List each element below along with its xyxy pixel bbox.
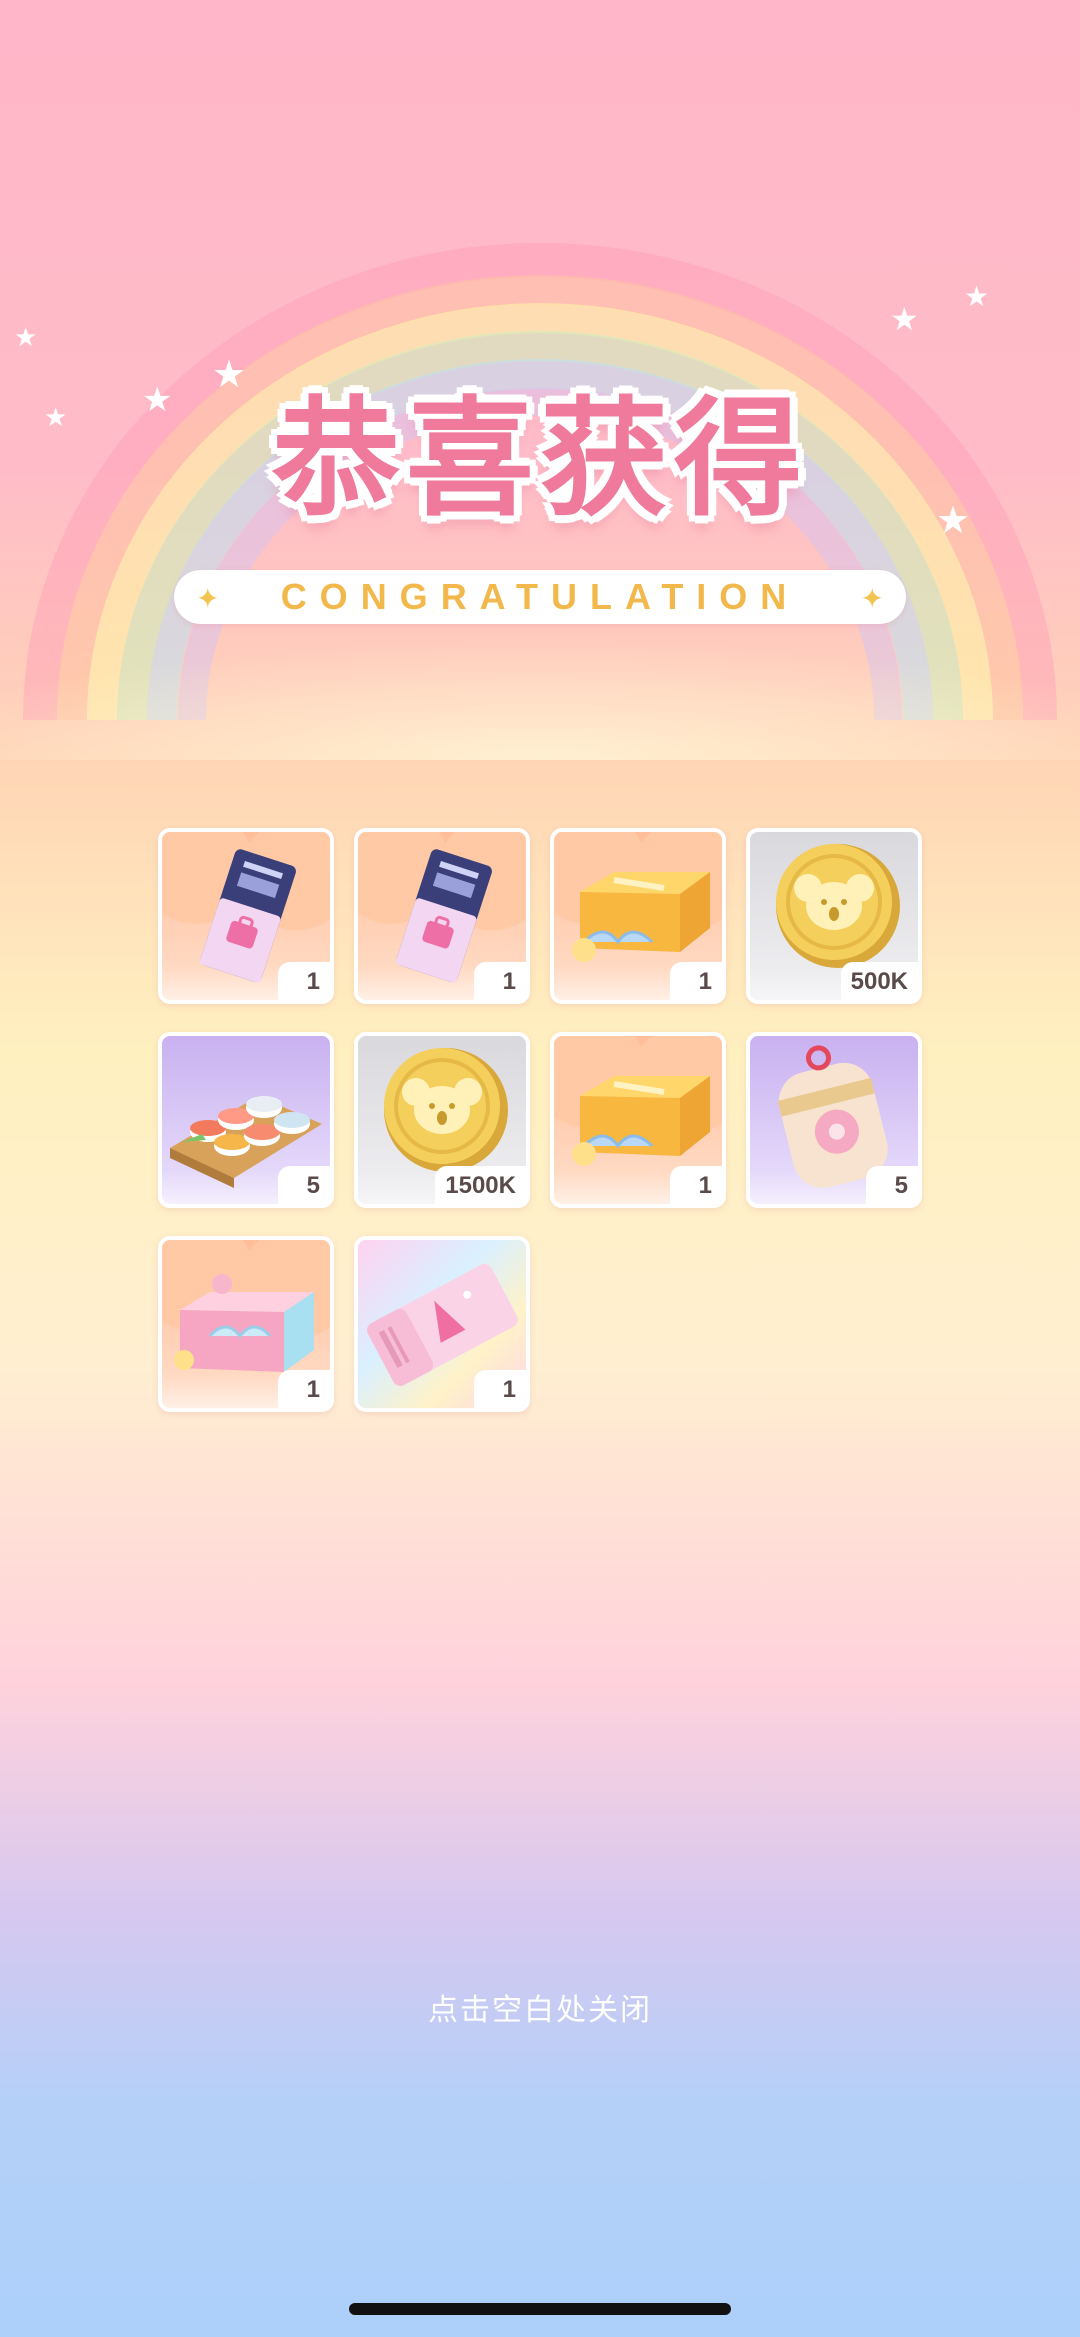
reward-item-coin[interactable]: 1500K [354, 1032, 530, 1208]
reward-count: 1 [278, 962, 330, 1000]
reward-item-sushi[interactable]: 5 [158, 1032, 334, 1208]
reward-count: 500K [840, 962, 918, 1000]
reward-count: 1 [670, 962, 722, 1000]
star-icon: ★ [964, 281, 990, 312]
subtitle-banner: ✦ CONGRATULATION ✦ [174, 570, 906, 624]
reward-item-coupon[interactable]: 1 [354, 1236, 530, 1412]
reward-count: 1 [278, 1370, 330, 1408]
reward-item-coin[interactable]: 500K [746, 828, 922, 1004]
home-indicator[interactable] [349, 2303, 731, 2315]
reward-item-gift-box[interactable]: 1 [550, 828, 726, 1004]
reward-item-pink-box[interactable]: 1 [158, 1236, 334, 1412]
star-icon: ★ [14, 322, 38, 352]
reward-count: 1 [670, 1166, 722, 1204]
reward-count: 5 [866, 1166, 918, 1204]
reward-item-charm[interactable]: 5 [746, 1032, 922, 1208]
reward-item-ticket[interactable]: 1 [354, 828, 530, 1004]
reward-count: 1 [474, 962, 526, 1000]
subtitle-text: CONGRATULATION [280, 576, 800, 617]
reward-item-gift-box[interactable]: 1 [550, 1032, 726, 1208]
reward-item-ticket[interactable]: 1 [158, 828, 334, 1004]
reward-count: 1 [474, 1370, 526, 1408]
page-title: 恭喜获得 [271, 385, 808, 534]
star-icon: ★ [890, 301, 919, 337]
close-hint[interactable]: 点击空白处关闭 [0, 1985, 1080, 2029]
reward-count: 5 [278, 1166, 330, 1204]
title-area: 恭喜获得 [0, 370, 1080, 550]
sparkle-icon: ✦ [860, 583, 884, 614]
sparkle-icon: ✦ [196, 583, 220, 614]
reward-count: 1500K [435, 1166, 526, 1204]
